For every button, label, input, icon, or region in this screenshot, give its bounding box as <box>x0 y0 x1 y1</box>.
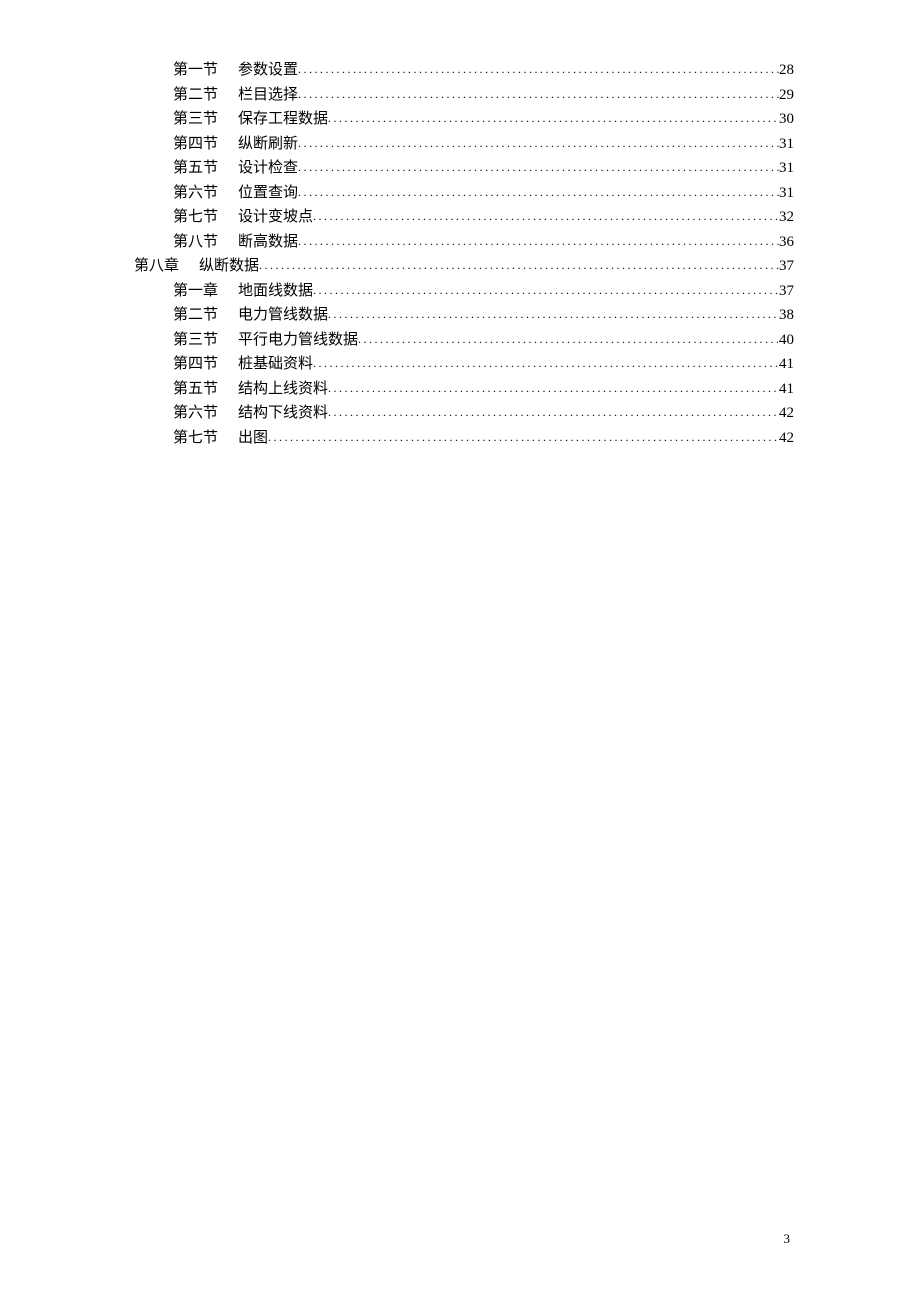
toc-leader-dots <box>298 155 779 180</box>
toc-page-number: 42 <box>779 426 794 451</box>
toc-page-number: 30 <box>779 107 794 132</box>
toc-entry: 第三节平行电力管线数据 40 <box>173 328 794 353</box>
toc-label: 第一章 <box>173 279 218 304</box>
toc-page-number: 42 <box>779 401 794 426</box>
toc-title: 结构上线资料 <box>238 377 328 402</box>
page-number: 3 <box>784 1231 791 1247</box>
toc-label: 第二节 <box>173 83 218 108</box>
toc-title: 保存工程数据 <box>238 107 328 132</box>
toc-page-number: 37 <box>779 279 794 304</box>
toc-page-number: 31 <box>779 132 794 157</box>
toc-leader-dots <box>328 376 779 401</box>
toc-title: 桩基础资料 <box>238 352 313 377</box>
toc-entry: 第七节出图 42 <box>173 426 794 451</box>
toc-page-number: 38 <box>779 303 794 328</box>
toc-entry: 第六节位置查询 31 <box>173 181 794 206</box>
toc-page-number: 37 <box>779 254 794 279</box>
toc-label: 第八章 <box>134 254 179 279</box>
toc-title: 断高数据 <box>238 230 298 255</box>
toc-leader-dots <box>313 204 779 229</box>
toc-leader-dots <box>313 278 779 303</box>
toc-entry: 第二节电力管线数据 38 <box>173 303 794 328</box>
toc-entry: 第一章地面线数据 37 <box>173 279 794 304</box>
toc-leader-dots <box>328 106 779 131</box>
toc-leader-dots <box>298 131 779 156</box>
toc-entry: 第二节栏目选择 29 <box>173 83 794 108</box>
toc-entry: 第八节断高数据 36 <box>173 230 794 255</box>
toc-leader-dots <box>298 57 779 82</box>
toc-page-number: 31 <box>779 181 794 206</box>
toc-page-number: 40 <box>779 328 794 353</box>
toc-label: 第一节 <box>173 58 218 83</box>
toc-title: 位置查询 <box>238 181 298 206</box>
toc-leader-dots <box>268 425 779 450</box>
toc-page-number: 28 <box>779 58 794 83</box>
toc-leader-dots <box>328 302 779 327</box>
toc-page-number: 36 <box>779 230 794 255</box>
toc-leader-dots <box>313 351 779 376</box>
toc-label: 第八节 <box>173 230 218 255</box>
toc-page-number: 32 <box>779 205 794 230</box>
toc-entry: 第五节设计检查 31 <box>173 156 794 181</box>
toc-label: 第五节 <box>173 156 218 181</box>
toc-entry: 第一节参数设置 28 <box>173 58 794 83</box>
toc-entry: 第五节结构上线资料 41 <box>173 377 794 402</box>
toc-title: 设计变坡点 <box>238 205 313 230</box>
toc-label: 第三节 <box>173 107 218 132</box>
toc-title: 参数设置 <box>238 58 298 83</box>
toc-leader-dots <box>328 400 779 425</box>
toc-entry: 第七节设计变坡点 32 <box>173 205 794 230</box>
toc-title: 纵断刷新 <box>238 132 298 157</box>
toc-page-number: 29 <box>779 83 794 108</box>
toc-page-number: 31 <box>779 156 794 181</box>
toc-entry: 第八章纵断数据 37 <box>134 254 794 279</box>
toc-label: 第四节 <box>173 352 218 377</box>
toc-title: 平行电力管线数据 <box>238 328 358 353</box>
toc-label: 第三节 <box>173 328 218 353</box>
toc-entry: 第六节结构下线资料 42 <box>173 401 794 426</box>
toc-title: 栏目选择 <box>238 83 298 108</box>
toc-label: 第四节 <box>173 132 218 157</box>
toc-title: 地面线数据 <box>238 279 313 304</box>
toc-page-number: 41 <box>779 352 794 377</box>
toc-leader-dots <box>298 180 779 205</box>
toc-label: 第六节 <box>173 181 218 206</box>
toc-leader-dots <box>298 82 779 107</box>
toc-title: 设计检查 <box>238 156 298 181</box>
toc-label: 第二节 <box>173 303 218 328</box>
toc-title: 电力管线数据 <box>238 303 328 328</box>
toc-container: 第一节参数设置28第二节栏目选择29第三节保存工程数据30第四节纵断刷新31第五… <box>134 58 794 450</box>
toc-title: 出图 <box>238 426 268 451</box>
toc-label: 第七节 <box>173 426 218 451</box>
toc-label: 第七节 <box>173 205 218 230</box>
toc-leader-dots <box>298 229 779 254</box>
toc-label: 第五节 <box>173 377 218 402</box>
toc-leader-dots <box>259 253 779 278</box>
toc-entry: 第三节保存工程数据 30 <box>173 107 794 132</box>
toc-label: 第六节 <box>173 401 218 426</box>
toc-page-number: 41 <box>779 377 794 402</box>
toc-title: 纵断数据 <box>199 254 259 279</box>
toc-entry: 第四节纵断刷新 31 <box>173 132 794 157</box>
toc-leader-dots <box>358 327 779 352</box>
toc-title: 结构下线资料 <box>238 401 328 426</box>
toc-entry: 第四节桩基础资料 41 <box>173 352 794 377</box>
